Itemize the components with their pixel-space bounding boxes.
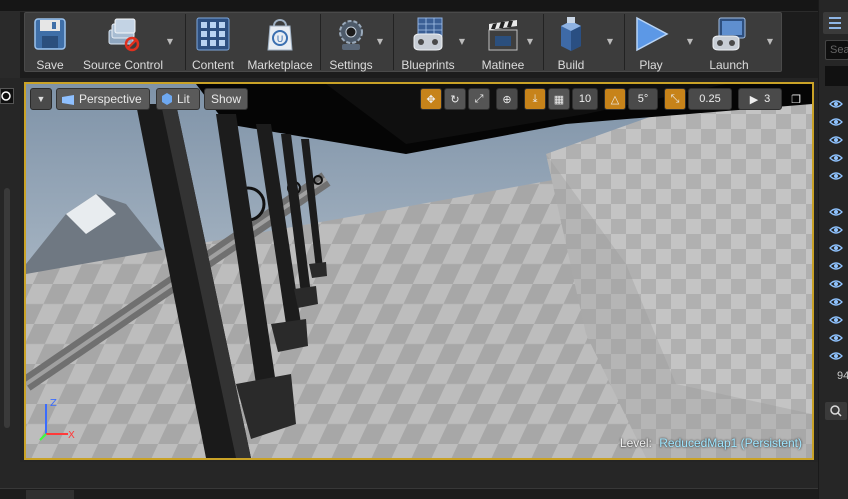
toolbar-separator [185,14,186,70]
toolbar-separator [624,14,625,70]
axis-x-label: X [68,430,75,441]
axis-z-label: Z [50,398,57,409]
visibility-eye-icon[interactable] [829,148,843,162]
blueprints-button[interactable]: Blueprints [398,12,458,72]
world-outliner-panel: Sea 94 [818,0,848,499]
marketplace-button[interactable]: U Marketplace [246,12,314,72]
bottom-area [0,462,818,499]
actor-count: 94 [837,370,848,382]
outliner-tab[interactable] [823,12,848,34]
viewport-scene [26,84,812,458]
blueprints-icon [410,16,446,52]
matinee-icon [485,16,521,52]
visibility-eye-icon[interactable] [829,256,843,270]
bottom-panel-tab[interactable] [26,490,74,499]
visibility-eye-icon[interactable] [829,220,843,234]
outliner-header [825,66,848,86]
perspective-icon [61,94,75,105]
scale-snap-value[interactable]: 0.25 [688,88,732,110]
source-control-icon [105,16,141,52]
matinee-button[interactable]: Matinee [478,12,528,72]
outliner-search-input[interactable]: Sea [825,40,848,60]
content-button[interactable]: Content [190,12,236,72]
svg-text:U: U [277,35,284,45]
rotate-tool-icon[interactable]: ↻ [444,88,466,110]
launch-icon [711,16,747,52]
visibility-eye-icon[interactable] [829,130,843,144]
build-icon [553,16,589,52]
grid-snap-icon[interactable]: ▦ [548,88,570,110]
rotation-snap-icon[interactable]: △ [604,88,626,110]
marketplace-icon: U [262,16,298,52]
visibility-eye-icon[interactable] [829,166,843,180]
surface-snap-icon[interactable]: ⤓ [524,88,546,110]
level-indicator: Level: ReducedMap1 (Persistent) [619,436,802,450]
blueprints-dropdown-icon[interactable]: ▼ [457,38,467,46]
visibility-eye-icon[interactable] [829,328,843,342]
left-panel [0,78,20,498]
visibility-eye-icon[interactable] [829,292,843,306]
show-flags-button[interactable]: Show [204,88,248,110]
settings-dropdown-icon[interactable]: ▼ [375,38,385,46]
axis-gizmo: Z X [39,398,75,441]
toolbar-separator [320,14,321,70]
source-control-button[interactable]: Source Control [82,12,164,72]
level-viewport[interactable]: ▼ Perspective Lit Show ✥ ↻ ⤢ ⊕ ⤓ ▦ 10 △ … [24,82,814,460]
save-icon [32,16,68,52]
visibility-eye-icon[interactable] [829,274,843,288]
play-dropdown-icon[interactable]: ▼ [685,38,695,46]
build-dropdown-icon[interactable]: ▼ [605,38,615,46]
save-button[interactable]: Save [30,12,70,72]
main-toolbar: Save Source Control ▼ Content U Marketpl… [0,0,848,78]
grid-snap-value[interactable]: 10 [572,88,598,110]
camera-icon: ▶ [749,93,759,106]
maximize-viewport-icon[interactable]: ❐ [788,88,804,110]
lighting-mode-button[interactable]: Lit [156,88,200,110]
build-button[interactable]: Build [548,12,594,72]
toolbar-strip [0,0,848,12]
visibility-eye-icon[interactable] [829,94,843,108]
visibility-eye-icon[interactable] [829,310,843,324]
world-space-icon[interactable]: ⊕ [496,88,518,110]
settings-button[interactable]: Settings [326,12,376,72]
launch-button[interactable]: Launch [706,12,752,72]
lit-sphere-icon [161,93,173,105]
editor-window: Save Source Control ▼ Content U Marketpl… [0,0,848,499]
rotation-snap-value[interactable]: 5° [628,88,658,110]
bottom-panel-strip [0,488,818,499]
view-mode-button[interactable]: Perspective [56,88,150,110]
visibility-eye-icon[interactable] [829,346,843,360]
play-icon [633,16,669,52]
toolbar-separator [393,14,394,70]
left-scrollbar[interactable] [4,188,10,428]
visibility-eye-icon[interactable] [829,238,843,252]
camera-speed-button[interactable]: ▶ 3 [738,88,782,110]
source-control-dropdown-icon[interactable]: ▼ [165,38,175,46]
translate-tool-icon[interactable]: ✥ [420,88,442,110]
content-icon [195,16,231,52]
details-search-icon[interactable] [825,402,847,420]
matinee-dropdown-icon[interactable]: ▼ [525,38,535,46]
launch-dropdown-icon[interactable]: ▼ [765,38,775,46]
search-icon[interactable] [0,88,14,104]
toolbar-separator [543,14,544,70]
play-button[interactable]: Play [630,12,672,72]
visibility-eye-icon[interactable] [829,202,843,216]
scale-tool-icon[interactable]: ⤢ [468,88,490,110]
toolbar-left-edge [0,12,20,78]
level-name: ReducedMap1 (Persistent) [659,436,802,450]
scale-snap-icon[interactable]: ⤡ [664,88,686,110]
settings-icon [333,16,369,52]
visibility-eye-icon[interactable] [829,112,843,126]
viewport-options-button[interactable]: ▼ [30,88,52,110]
transform-toolbar: ✥ ↻ ⤢ ⊕ ⤓ ▦ 10 △ 5° ⤡ 0.25 ▶ 3 ❐ [420,88,804,110]
